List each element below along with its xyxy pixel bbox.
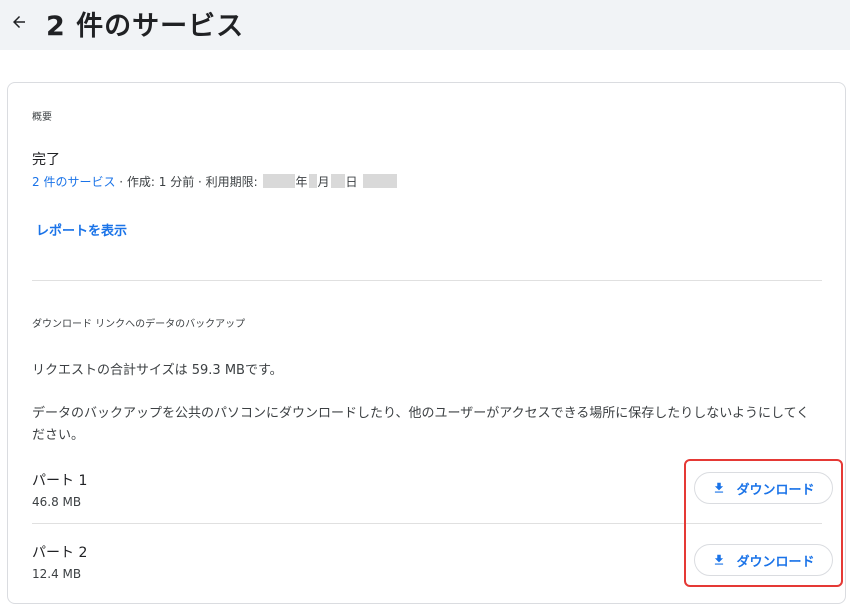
export-card: 概要 完了 2 件のサービス · 作成: 1 分前 · 利用期限: 年 月 日 … (7, 82, 846, 604)
part-divider (32, 523, 822, 524)
page-title: 2 件のサービス (46, 11, 245, 42)
download-part-1-button[interactable]: ダウンロード (694, 472, 833, 504)
date-month-label: 月 (317, 174, 330, 189)
security-warning: データのバックアップを公共のパソコンにダウンロードしたり、他のユーザーがアクセス… (32, 406, 810, 443)
total-size-text: リクエストの合計サイズは 59.3 MBです。 (32, 363, 283, 378)
redacted-day (330, 174, 345, 188)
export-meta: 2 件のサービス · 作成: 1 分前 · 利用期限: 年 月 日 (32, 173, 398, 189)
view-report-link[interactable]: レポートを表示 (36, 220, 127, 239)
part-1-size: 46.8 MB (32, 495, 82, 509)
redacted-month (308, 174, 317, 188)
top-bar: 2 件のサービス (0, 0, 850, 50)
section-divider (32, 280, 822, 281)
part-1-name: パート 1 (32, 473, 88, 489)
redacted-time (362, 174, 397, 188)
download-label: ダウンロード (736, 554, 815, 570)
part-2-name: パート 2 (32, 545, 88, 561)
download-icon (715, 554, 724, 565)
arrow-left-icon (13, 16, 25, 28)
date-year-label: 年 (295, 174, 308, 189)
download-label: ダウンロード (736, 482, 815, 498)
summary-section-label: 概要 (32, 112, 52, 123)
created-text: · 作成: 1 分前 · 利用期限: (115, 174, 262, 189)
download-section-label: ダウンロード リンクへのデータのバックアップ (32, 319, 246, 330)
part-2-size: 12.4 MB (32, 567, 82, 581)
download-part-2-button[interactable]: ダウンロード (694, 544, 833, 576)
date-day-label: 日 (345, 174, 358, 189)
back-button[interactable] (6, 9, 32, 35)
services-link[interactable]: 2 件のサービス (32, 173, 115, 190)
status-title: 完了 (32, 152, 60, 168)
redacted-year (262, 174, 295, 188)
download-icon (715, 482, 724, 493)
